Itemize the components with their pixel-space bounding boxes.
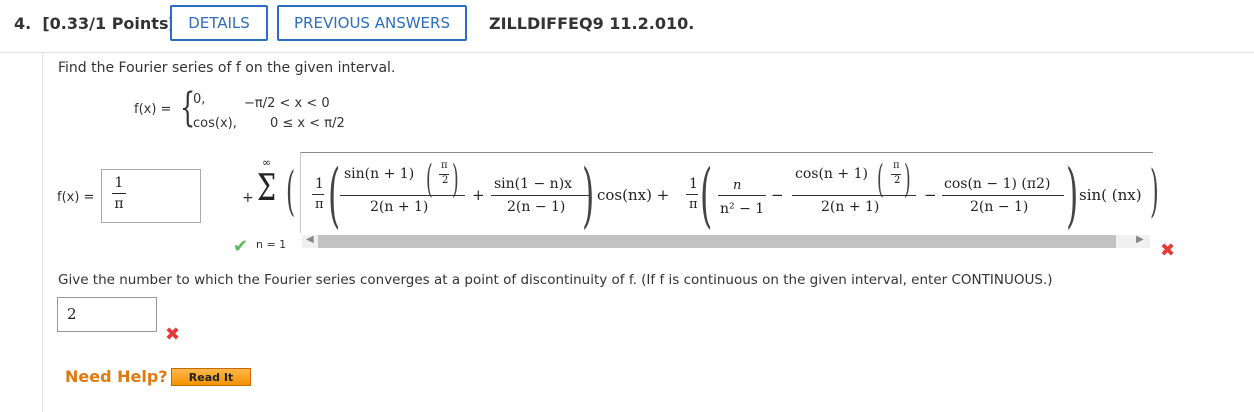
case2-value: cos(x), [193,116,237,131]
scroll-left-icon[interactable]: ◀ [306,234,314,245]
term1-open-paren: ( [328,154,341,236]
need-help-label: Need Help? [65,367,168,386]
term2-close-paren: ) [1066,154,1079,236]
previous-answers-button[interactable]: PREVIOUS ANSWERS [277,5,467,41]
problem-code: ZILLDIFFEQ9 11.2.010. [489,14,695,33]
scrollbar-thumb[interactable] [318,235,1116,248]
discontinuity-question: Give the number to which the Fourier ser… [58,272,1053,288]
a0-answer-fraction: 1 π [112,175,126,212]
function-lhs: f(x) = [134,102,172,117]
pi-num-2: π [893,160,900,171]
pi-num-1: π [441,160,448,171]
term2-coef-den: π [689,197,698,212]
content-divider [42,53,43,412]
case1-range: −π/2 < x < 0 [244,96,330,111]
frac5-numerator: cos(n − 1) (π2) [944,176,1051,192]
series-lhs: f(x) = [57,190,95,205]
outer-close-paren: ) [1150,159,1159,224]
problem-prompt: Find the Fourier series of f on the give… [58,60,396,76]
frac3-denominator: n² − 1 [720,201,765,217]
sin-nx-term: sin( (nx) [1079,186,1142,204]
question-number: 4. [0.33/1 Points] [14,14,176,33]
pi-den-1: 2 [442,175,449,186]
convergence-answer-input[interactable]: 2 [57,297,157,332]
correct-check-icon: ✔ [233,236,249,257]
frac1-denominator: 2(n + 1) [370,199,429,215]
incorrect-cross-icon-2: ✖ [165,324,181,345]
term1-close-paren: ) [582,154,595,236]
term2-open-paren: ( [700,154,713,236]
sigma-symbol: Σ [257,168,277,209]
plus-sign: + [242,190,254,206]
minus-sign-2: − [924,186,937,204]
incorrect-cross-icon: ✖ [1160,240,1176,261]
pi-den-2: 2 [894,175,901,186]
read-it-button[interactable]: Read It [171,368,251,386]
minus-sign-1: − [771,186,784,204]
term2-coef-num: 1 [689,176,698,192]
sum-lower-limit: n = 1 [256,238,287,251]
frac4-denominator: 2(n + 1) [821,199,880,215]
frac2-numerator: sin(1 − n)x [494,176,573,192]
points-label: [0.33/1 Points] [42,14,176,33]
frac1-numerator: sin(n + 1) [344,166,415,182]
frac3-numerator: n [733,178,742,193]
cos-nx-term: cos(nx) + [597,186,670,204]
details-button[interactable]: DETAILS [170,5,268,41]
term1-coef-den: π [315,197,324,212]
scroll-right-icon[interactable]: ▶ [1136,234,1144,245]
case1-value: 0, [193,92,206,107]
frac4-numerator: cos(n + 1) [795,166,868,182]
plus-inner: + [472,186,485,204]
frac5-denominator: 2(n − 1) [970,199,1029,215]
question-header: 4. [0.33/1 Points] DETAILS PREVIOUS ANSW… [0,0,1254,53]
frac2-denominator: 2(n − 1) [507,199,566,215]
term1-coef-num: 1 [315,176,324,192]
outer-open-paren: ( [286,162,296,222]
case2-range: 0 ≤ x < π/2 [270,116,345,131]
